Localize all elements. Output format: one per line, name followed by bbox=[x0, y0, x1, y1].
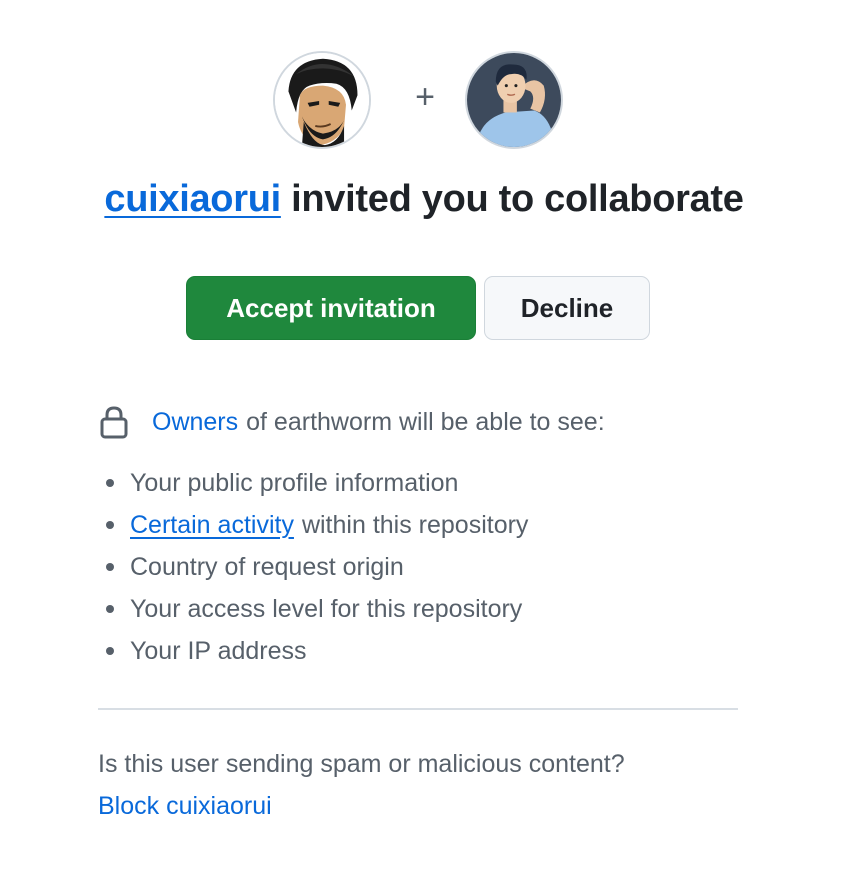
list-item-text: within this repository bbox=[301, 511, 529, 539]
bullet bbox=[106, 521, 114, 529]
bullet bbox=[106, 647, 114, 655]
invitee-avatar-image bbox=[467, 53, 561, 147]
bullet bbox=[106, 479, 114, 487]
divider bbox=[98, 708, 738, 710]
list-item: Your public profile information bbox=[98, 462, 528, 504]
lock-icon bbox=[98, 405, 130, 439]
bullet bbox=[106, 605, 114, 613]
list-item: Country of request origin bbox=[98, 546, 528, 588]
owners-link[interactable]: Owners bbox=[152, 408, 238, 437]
list-item-text: Country of request origin bbox=[130, 553, 404, 581]
block-user-link[interactable]: Block cuixiaorui bbox=[98, 786, 272, 826]
inviter-avatar[interactable] bbox=[273, 51, 371, 149]
list-item-text: Your access level for this repository bbox=[130, 595, 523, 623]
inviter-avatar-image bbox=[275, 53, 369, 147]
bullet bbox=[106, 563, 114, 571]
visibility-text: of earthworm will be able to see: bbox=[246, 407, 605, 436]
list-item-text: Your public profile information bbox=[130, 469, 459, 497]
visible-info-list: Your public profile information Certain … bbox=[98, 462, 528, 672]
list-item: Certain activity within this repository bbox=[98, 504, 528, 546]
invitation-page: + cuixiaorui invited you to collaborate … bbox=[0, 0, 848, 870]
invitation-headline: cuixiaorui invited you to collaborate bbox=[0, 174, 848, 224]
headline-text: invited you to collaborate bbox=[291, 178, 744, 220]
list-item-text: Your IP address bbox=[130, 637, 307, 665]
spam-question: Is this user sending spam or malicious c… bbox=[98, 750, 625, 778]
list-item: Your access level for this repository bbox=[98, 588, 528, 630]
list-item: Your IP address bbox=[98, 630, 528, 672]
decline-button[interactable]: Decline bbox=[484, 276, 650, 340]
plus-icon: + bbox=[415, 78, 435, 116]
certain-activity-link[interactable]: Certain activity bbox=[130, 504, 294, 546]
invitee-avatar[interactable] bbox=[465, 51, 563, 149]
inviter-link[interactable]: cuixiaorui bbox=[104, 178, 281, 220]
accept-invitation-button[interactable]: Accept invitation bbox=[186, 276, 476, 340]
visibility-statement: Owners of earthworm will be able to see: bbox=[98, 402, 605, 442]
